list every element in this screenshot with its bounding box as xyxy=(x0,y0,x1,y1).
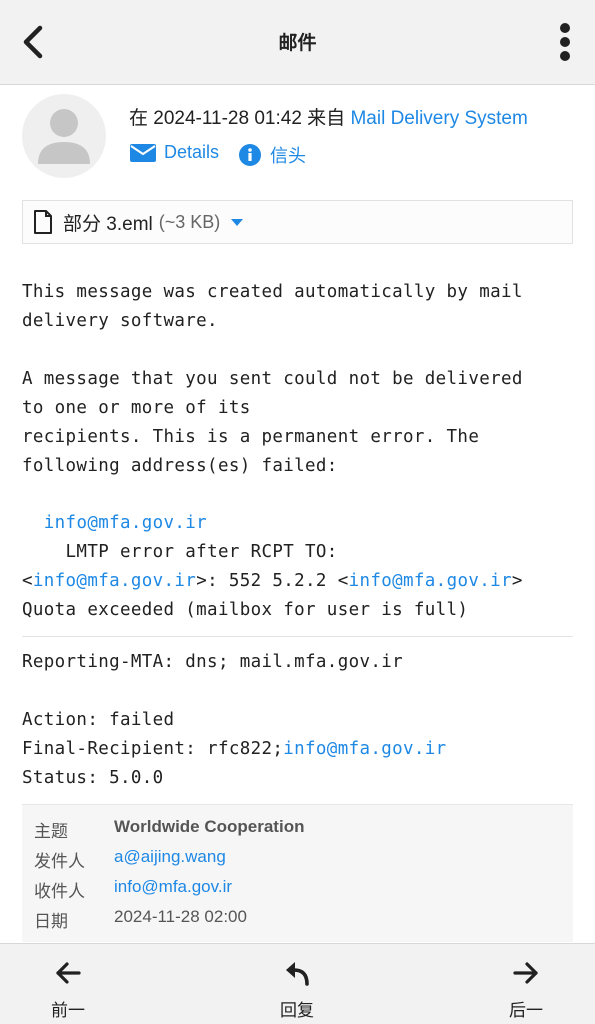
embedded-headers: 主题 Worldwide Cooperation 发件人 a@aijing.wa… xyxy=(22,804,573,942)
message-meta: 在 2024-11-28 01:42 来自 Mail Delivery Syst… xyxy=(129,103,528,130)
attachment-name: 部分 3.eml xyxy=(63,213,153,235)
caret-down-icon[interactable] xyxy=(230,217,244,227)
lmtp-line: LMTP error after RCPT TO: xyxy=(65,542,338,562)
body-line: following address(es) failed: xyxy=(22,456,338,476)
failed-address-link[interactable]: info@mfa.gov.ir xyxy=(44,513,207,533)
body-line: recipients. This is a permanent error. T… xyxy=(22,427,480,447)
sender-avatar[interactable] xyxy=(22,94,106,178)
details-label: Details xyxy=(164,142,220,162)
error-text: < xyxy=(22,571,33,591)
header-date: 2024-11-28 02:00 xyxy=(114,907,247,926)
more-menu-button[interactable] xyxy=(555,20,575,64)
body-line: A message that you sent could not be del… xyxy=(22,369,523,389)
previous-label: 前一 xyxy=(51,1001,85,1020)
action-line: Action: failed xyxy=(22,710,175,730)
status-line: Status: 5.0.0 xyxy=(22,768,164,788)
header-subject: Worldwide Cooperation xyxy=(114,817,305,836)
sender-link[interactable]: Mail Delivery System xyxy=(350,108,527,129)
body-paragraph-1: This message was created automatically b… xyxy=(22,278,582,336)
reporting-mta: Reporting-MTA: dns; mail.mfa.gov.ir xyxy=(22,652,404,672)
next-button[interactable]: 后一 xyxy=(466,944,586,1024)
received-info: 在 2024-11-28 01:42 来自 xyxy=(129,108,346,129)
body-paragraph-2: A message that you sent could not be del… xyxy=(22,365,582,481)
final-recipient-link[interactable]: info@mfa.gov.ir xyxy=(283,739,446,759)
reply-icon xyxy=(286,962,309,986)
arrow-right-icon xyxy=(513,962,538,984)
header-to-link[interactable]: info@mfa.gov.ir xyxy=(114,877,232,897)
header-key: 收件人 xyxy=(34,882,85,901)
attachment-size: (~3 KB) xyxy=(158,211,221,232)
header-key: 发件人 xyxy=(34,852,85,871)
header-key: 日期 xyxy=(34,912,68,931)
quota-line: Quota exceeded (mailbox for user is full… xyxy=(22,600,469,620)
envelope-icon xyxy=(130,143,156,162)
error-address-link-2[interactable]: info@mfa.gov.ir xyxy=(349,571,512,591)
previous-button[interactable]: 前一 xyxy=(8,944,128,1024)
body-line: This message was created automatically b… xyxy=(22,282,523,302)
file-icon xyxy=(34,210,52,234)
body-dsn-block: Reporting-MTA: dns; mail.mfa.gov.ir Acti… xyxy=(22,648,582,793)
headers-label: 信头 xyxy=(270,146,306,166)
page-title: 邮件 xyxy=(278,33,317,54)
reply-label: 回复 xyxy=(280,1001,314,1020)
top-bar: 邮件 xyxy=(0,0,595,85)
error-text: > xyxy=(511,571,523,591)
body-error-block: info@mfa.gov.ir LMTP error after RCPT TO… xyxy=(22,509,582,625)
error-code: >: 552 5.2.2 < xyxy=(196,571,349,591)
more-vertical-icon xyxy=(560,23,570,61)
body-line: to one or more of its xyxy=(22,398,251,418)
body-line: delivery software. xyxy=(22,311,218,331)
final-recipient-label: Final-Recipient: rfc822; xyxy=(22,739,284,759)
error-address-link-1[interactable]: info@mfa.gov.ir xyxy=(33,571,196,591)
attachment-row[interactable]: 部分 3.eml (~3 KB) xyxy=(22,200,573,244)
header-key: 主题 xyxy=(34,822,68,841)
headers-button[interactable]: 信头 xyxy=(238,142,306,168)
section-divider xyxy=(22,636,573,637)
info-icon xyxy=(239,144,261,166)
avatar-icon xyxy=(38,109,90,164)
reply-button[interactable]: 回复 xyxy=(237,944,357,1024)
details-button[interactable]: Details xyxy=(130,142,219,163)
next-label: 后一 xyxy=(509,1001,543,1020)
bottom-bar: 前一 回复 后一 xyxy=(0,943,595,1024)
header-from-link[interactable]: a@aijing.wang xyxy=(114,847,226,867)
arrow-left-icon xyxy=(56,962,81,984)
